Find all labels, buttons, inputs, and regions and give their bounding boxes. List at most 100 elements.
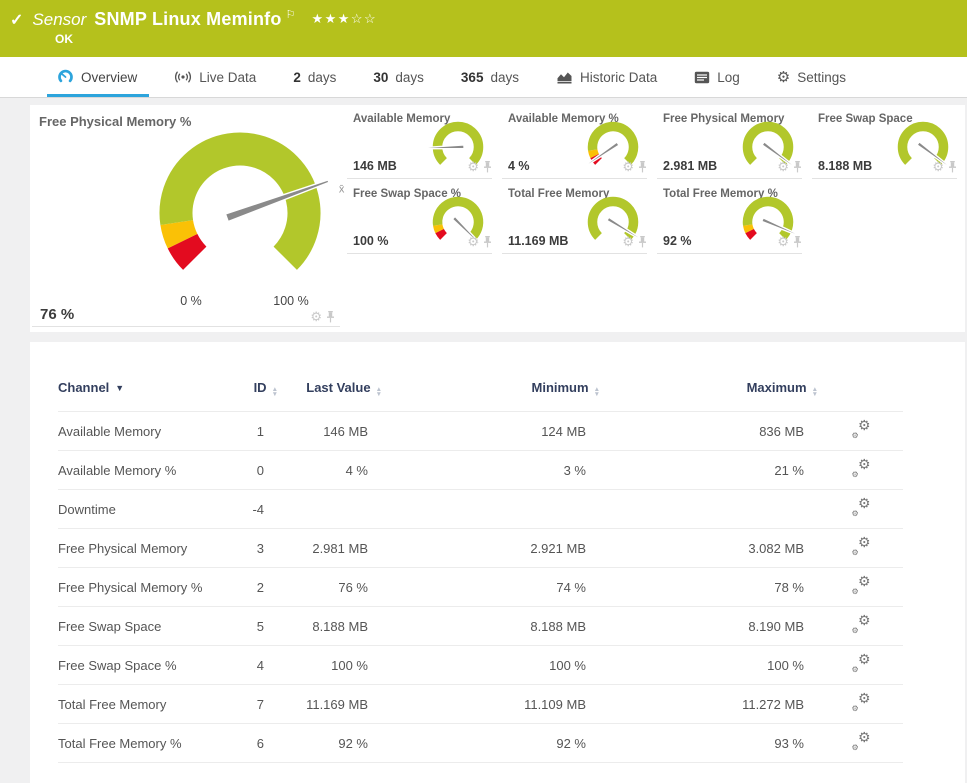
gear-icon[interactable]: ⚙ [467,235,479,248]
pin-icon[interactable] [638,160,647,173]
pin-icon[interactable] [948,160,957,173]
gauge-tile-total-free-memory: Total Free Memory 11.169 MB ⚙ [500,180,655,255]
column-header-channel[interactable]: Channel ▼ [58,380,230,412]
channels-table: Channel ▼ ID ▲ ▼ Last Value ▲ ▼ Minimum ▲ ▼ Max… [58,380,903,763]
column-header-id[interactable]: ID ▲ ▼ [230,380,278,412]
channel-settings-icon[interactable]: ⚙ ⚙ [851,457,871,479]
gear-icon[interactable]: ⚙ [777,160,789,173]
pin-icon[interactable] [638,235,647,248]
tab-number: 30 [373,69,389,85]
sort-icon: ▲ ▼ [811,386,818,398]
channel-settings-icon[interactable]: ⚙ ⚙ [851,652,871,674]
sort-caret-icon: ▼ [115,383,125,393]
cell-channel: Available Memory % [58,450,230,490]
cell-min: 124 MB [382,411,600,451]
tab-2-days[interactable]: 2 days [293,57,336,97]
gauge-tile-available-memory-pct: Available Memory % 4 % ⚙ [500,105,655,180]
divider [502,178,647,179]
cell-channel: Free Physical Memory % [58,567,230,607]
gauge-tile-available-memory: Available Memory 146 MB ⚙ [345,105,500,180]
pin-icon[interactable] [793,160,802,173]
column-header-minimum[interactable]: Minimum ▲ ▼ [382,380,601,412]
gear-icon[interactable]: ⚙ [932,160,944,173]
table-row: Total Free Memory % 6 92 % 92 % 93 % ⚙ ⚙ [58,723,903,763]
gear-icon[interactable]: ⚙ [622,160,634,173]
cell-last: 4 % [278,450,382,490]
cell-actions: ⚙ ⚙ [818,606,903,646]
table-row: Free Physical Memory % 2 76 % 74 % 78 % ⚙ ⚙ [58,567,903,607]
primary-gauge-tile: Free Physical Memory % x̄ 0 % 100 % 76 %… [30,105,345,332]
cell-last: 76 % [278,567,382,607]
gear-icon[interactable]: ⚙ [310,310,322,323]
channel-settings-icon[interactable]: ⚙ ⚙ [851,691,871,713]
cell-max: 8.190 MB [600,606,818,646]
priority-stars[interactable]: ★★★☆☆ [311,11,377,27]
channels-table-panel: Channel ▼ ID ▲ ▼ Last Value ▲ ▼ Minimum ▲ ▼ Max… [30,342,965,783]
channel-settings-icon[interactable]: ⚙ ⚙ [851,613,871,635]
channel-settings-icon[interactable]: ⚙ ⚙ [851,535,871,557]
tab-overview[interactable]: Overview [46,57,150,97]
gauge-scale-min: 0 % [180,294,202,308]
pin-icon[interactable] [483,235,492,248]
cell-actions: ⚙ ⚙ [818,411,903,451]
gauge-icon [57,69,74,85]
cell-actions: ⚙ ⚙ [818,567,903,607]
cell-id: 6 [230,723,278,763]
channel-settings-icon[interactable]: ⚙ ⚙ [851,496,871,518]
cell-last: 8.188 MB [278,606,382,646]
cell-id: 3 [230,528,278,568]
sensor-title: SNMP Linux Meminfo [94,9,282,29]
pin-icon[interactable] [326,310,335,323]
cell-max: 78 % [600,567,818,607]
table-row: Free Swap Space 5 8.188 MB 8.188 MB 8.190 MB… [58,606,903,646]
cell-id: 7 [230,684,278,724]
tab-log[interactable]: Log [694,57,740,97]
cell-id: -4 [230,489,278,529]
gauge-scale-max: 100 % [273,294,309,308]
tile-tools: ⚙ [467,160,492,173]
cell-channel: Free Physical Memory [58,528,230,568]
channel-settings-icon[interactable]: ⚙ ⚙ [851,730,871,752]
tab-live-data[interactable]: Live Data [174,57,256,97]
small-gauges-grid: Available Memory 146 MB ⚙ Available Memo… [345,105,965,332]
tab-label: days [307,69,337,85]
tile-tools: ⚙ [622,235,647,248]
content-area: Free Physical Memory % x̄ 0 % 100 % 76 %… [0,98,967,783]
table-row: Total Free Memory 7 11.169 MB 11.109 MB 11.2… [58,684,903,724]
tab-30-days[interactable]: 30 days [373,57,424,97]
tab-settings[interactable]: ⚙ Settings [777,57,846,97]
cell-actions: ⚙ ⚙ [818,489,903,529]
tile-tools: ⚙ [467,235,492,248]
gauge-value: 76 % [40,306,75,323]
column-header-maximum[interactable]: Maximum ▲ ▼ [600,380,818,412]
tab-label: Overview [81,69,138,85]
flag-icon[interactable]: ⚐ [286,8,296,21]
gauge-value: 4 % [508,159,530,173]
divider [657,178,802,179]
gauge-value: 146 MB [353,159,397,173]
gauge-value: 8.188 MB [818,159,873,173]
cell-channel: Total Free Memory % [58,723,230,763]
cell-min: 11.109 MB [382,684,600,724]
tab-historic-data[interactable]: Historic Data [556,57,657,97]
cell-min: 2.921 MB [382,528,600,568]
gear-icon: ⚙ [776,68,791,86]
cell-max: 100 % [600,645,818,685]
channel-settings-icon[interactable]: ⚙ ⚙ [851,574,871,596]
cell-last: 100 % [278,645,382,685]
pin-icon[interactable] [483,160,492,173]
divider [347,178,492,179]
tab-365-days[interactable]: 365 days [461,57,519,97]
channel-settings-icon[interactable]: ⚙ ⚙ [851,418,871,440]
gear-icon[interactable]: ⚙ [467,160,479,173]
gear-icon[interactable]: ⚙ [622,235,634,248]
chart-icon [556,70,573,84]
tab-label: days [395,69,424,85]
pin-icon[interactable] [793,235,802,248]
column-header-last-value[interactable]: Last Value ▲ ▼ [278,380,382,412]
tile-tools: ⚙ [932,160,957,173]
gauge-value: 2.981 MB [663,159,718,173]
gear-icon[interactable]: ⚙ [777,235,789,248]
cell-max: 93 % [600,723,818,763]
cell-actions: ⚙ ⚙ [818,684,903,724]
